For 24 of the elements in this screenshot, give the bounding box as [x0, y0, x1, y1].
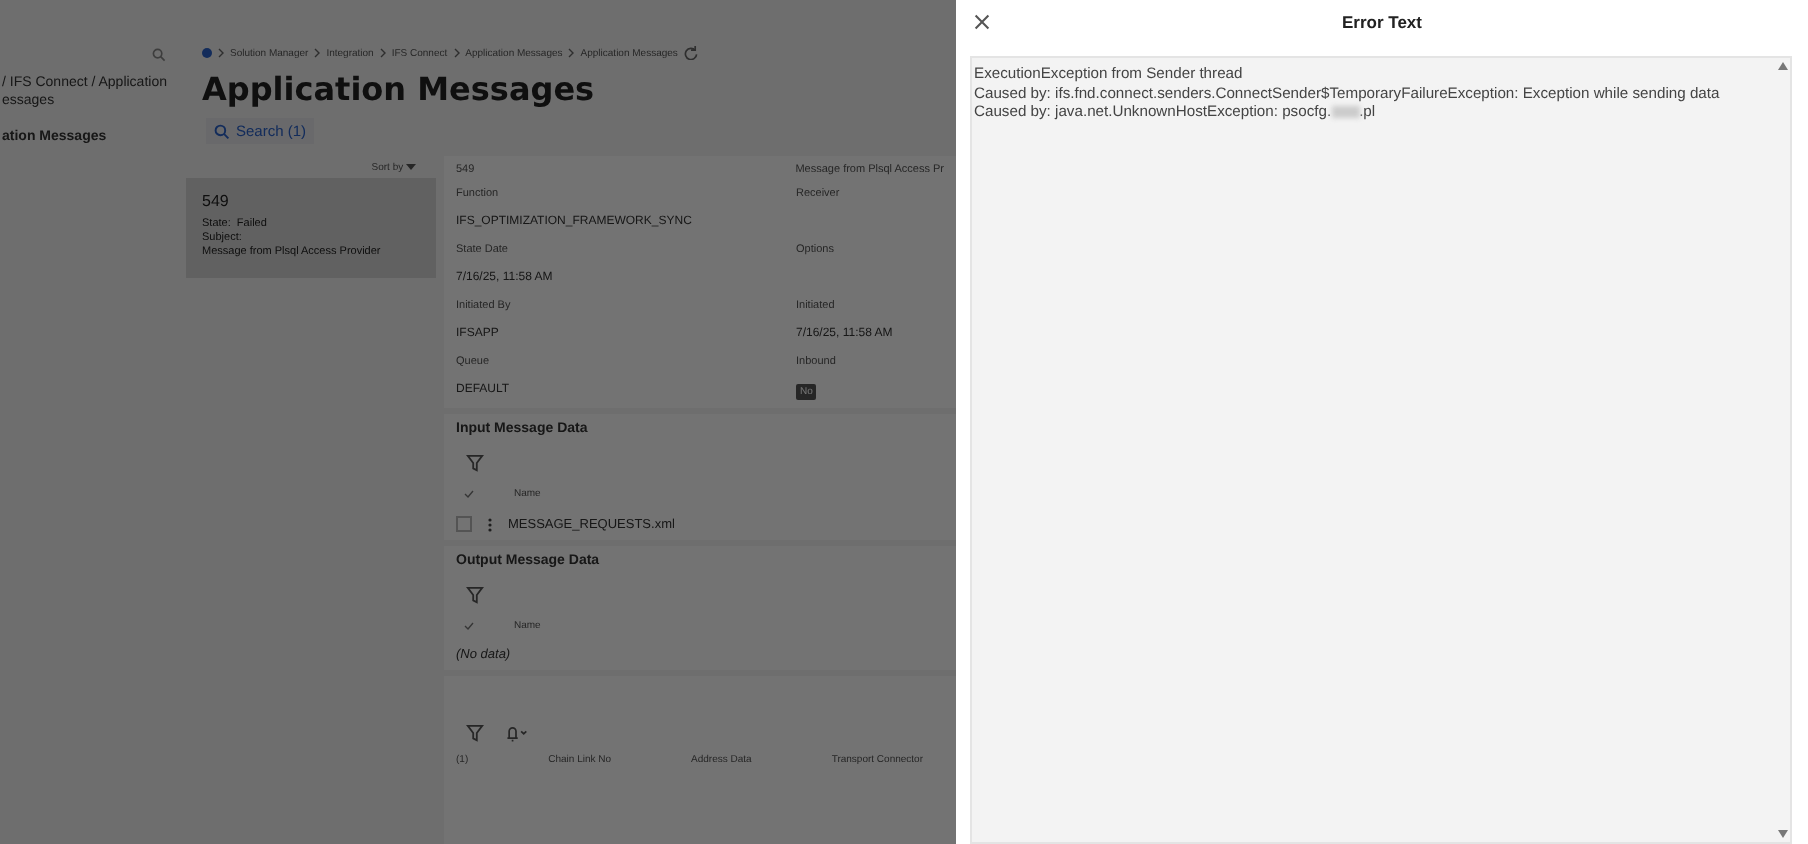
dialog-title: Error Text — [1342, 12, 1422, 32]
scroll-up-arrow-icon[interactable] — [1777, 62, 1787, 70]
chevron-icon — [379, 48, 386, 58]
row-checkbox[interactable] — [456, 516, 472, 532]
message-id: 549 — [202, 192, 231, 210]
scrollbar[interactable] — [1774, 58, 1790, 842]
chevron-icon — [568, 48, 575, 58]
checkmark-icon — [464, 622, 474, 630]
search-icon — [214, 123, 230, 139]
search-icon[interactable] — [152, 48, 166, 62]
page-title: Application Messages — [202, 70, 597, 108]
filter-icon[interactable] — [466, 586, 484, 604]
scroll-down-arrow-icon[interactable] — [1777, 830, 1787, 838]
chevron-icon — [453, 48, 460, 58]
close-button[interactable] — [970, 10, 994, 34]
checkmark-icon — [464, 490, 474, 498]
filter-icon[interactable] — [466, 454, 484, 472]
chevron-icon — [218, 48, 224, 58]
home-icon[interactable] — [202, 48, 212, 58]
bell-icon[interactable] — [504, 724, 528, 742]
filter-icon[interactable] — [466, 724, 484, 742]
refresh-icon[interactable] — [683, 46, 698, 60]
chevron-icon — [314, 48, 321, 58]
caret-icon — [406, 164, 416, 170]
